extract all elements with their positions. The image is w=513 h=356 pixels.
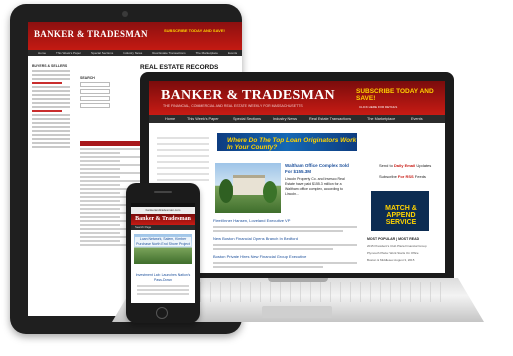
- most-popular-heading[interactable]: MOST POPULAR | MOST READ: [367, 237, 439, 241]
- phone-speaker: [154, 191, 172, 193]
- laptop-tagline: THE FINANCIAL, COMMERCIAL AND REAL ESTAT…: [163, 104, 303, 108]
- sidebar-link[interactable]: [32, 146, 70, 148]
- headline-link[interactable]: Fleet/Inner Hansen, Loveland Executive V…: [213, 218, 290, 223]
- tablet-sidebar-heading: BUYERS & SELLERS: [32, 64, 68, 68]
- laptop-nav-bar: Home This Week's Paper Special Sections …: [149, 115, 445, 123]
- record-row[interactable]: [80, 152, 120, 154]
- sidebar-link[interactable]: [32, 74, 70, 76]
- sidebar-link[interactable]: [32, 138, 70, 140]
- laptop-site-header: BANKER & TRADESMAN THE FINANCIAL, COMMER…: [149, 81, 445, 115]
- tablet-site-header: BANKER & TRADESMAN SUBSCRIBE TODAY AND S…: [28, 22, 242, 50]
- record-row[interactable]: [80, 208, 120, 210]
- phone-home-button[interactable]: [156, 307, 168, 319]
- headline-link[interactable]: Boston Private Hires New Financial Group…: [213, 254, 306, 259]
- sidebar-link[interactable]: [32, 114, 70, 116]
- sidebar-link[interactable]: [32, 82, 62, 84]
- search-field[interactable]: [80, 89, 110, 94]
- phone-device: bankerandtradesman.com Banker & Tradesma…: [126, 183, 200, 323]
- featured-story-summary: Lincoln Property Co. and Invesco Real Es…: [285, 177, 345, 196]
- ad-text: MATCH & APPEND SERVICE: [385, 205, 417, 226]
- daily-email-signup[interactable]: Send to Daily Email Updates: [379, 163, 439, 168]
- sidebar-link[interactable]: [32, 70, 70, 72]
- right-rail: Send to Daily Email Updates Subscribe Fo…: [367, 163, 439, 185]
- featured-story-photo[interactable]: [215, 163, 281, 213]
- phone-address-bar[interactable]: bankerandtradesman.com: [131, 207, 195, 214]
- phone-logo[interactable]: Banker & Tradesman: [131, 214, 195, 225]
- record-row[interactable]: [80, 224, 120, 226]
- search-field[interactable]: [80, 103, 110, 108]
- most-popular-widget: MOST POPULAR | MOST READ 2015 President'…: [367, 237, 439, 262]
- sidebar-link[interactable]: [32, 142, 70, 144]
- record-row[interactable]: [80, 232, 120, 234]
- nav-industry-news[interactable]: Industry News: [273, 115, 297, 123]
- record-row[interactable]: [80, 176, 120, 178]
- featured-story-title[interactable]: Waltham Office Complex Sold For $155.3M: [285, 163, 357, 175]
- record-row[interactable]: [80, 184, 120, 186]
- banner-ad-text: Where Do The Top Loan Originators Work I…: [227, 137, 357, 151]
- left-rail: [157, 133, 209, 185]
- nav-marketplace[interactable]: The Marketplace: [367, 115, 395, 123]
- phone-screen: bankerandtradesman.com Banker & Tradesma…: [131, 203, 195, 303]
- phone-story-link[interactable]: Investment Lab: Launches Nation's Pass-D…: [135, 273, 191, 282]
- most-popular-item[interactable]: Boston & Middlesex August 3, 2015: [367, 258, 439, 262]
- match-append-ad[interactable]: MATCH & APPEND SERVICE: [371, 191, 429, 231]
- tablet-subscribe-promo[interactable]: SUBSCRIBE TODAY AND SAVE!: [164, 28, 225, 33]
- top-originators-banner-ad[interactable]: Where Do The Top Loan Originators Work I…: [217, 133, 357, 151]
- page-title: REAL ESTATE RECORDS: [140, 64, 219, 71]
- rss-subscribe[interactable]: Subscribe For RSS Feeds: [379, 174, 439, 179]
- search-field[interactable]: [80, 96, 110, 101]
- sidebar-link[interactable]: [32, 78, 70, 80]
- record-row[interactable]: [80, 216, 120, 218]
- sidebar-link[interactable]: [32, 94, 70, 96]
- subscribe-promo-details[interactable]: CLICK HERE FOR DETAILS: [359, 105, 397, 109]
- nav-events[interactable]: Events: [411, 115, 423, 123]
- record-row[interactable]: [80, 168, 120, 170]
- laptop-logo[interactable]: BANKER & TRADESMAN: [161, 88, 335, 104]
- record-row[interactable]: [80, 240, 120, 242]
- nav-this-weeks-paper[interactable]: This Week's Paper: [187, 115, 219, 123]
- phone-nav[interactable]: Search Page: [131, 225, 195, 230]
- sidebar-link[interactable]: [32, 126, 70, 128]
- record-row[interactable]: [80, 200, 120, 202]
- laptop-trackpad: [262, 306, 332, 318]
- sidebar-link[interactable]: [32, 98, 70, 100]
- sidebar-link[interactable]: [32, 134, 70, 136]
- phone-featured-caption[interactable]: Loan Network, Salem, Kimber Purchase Nor…: [135, 237, 191, 246]
- sidebar-link[interactable]: [32, 90, 70, 92]
- sidebar-link[interactable]: [32, 130, 70, 132]
- most-popular-item[interactable]: 2015 President's Club Plaza Financial Gr…: [367, 244, 439, 248]
- record-row[interactable]: [80, 160, 120, 162]
- record-row[interactable]: [80, 192, 120, 194]
- sidebar-link[interactable]: [32, 102, 70, 104]
- tablet-sidebar: BUYERS & SELLERS: [32, 64, 76, 150]
- sidebar-link[interactable]: [32, 106, 70, 108]
- tablet-camera: [122, 11, 128, 17]
- nav-home[interactable]: Home: [165, 115, 175, 123]
- tablet-logo[interactable]: BANKER & TRADESMAN: [34, 29, 148, 39]
- sidebar-link[interactable]: [32, 86, 70, 88]
- most-popular-item[interactable]: Plymouth Plaza: Work Starts On Office: [367, 251, 439, 255]
- search-field[interactable]: [80, 82, 110, 87]
- nav-real-estate-transactions[interactable]: Real Estate Transactions: [309, 115, 351, 123]
- nav-special-sections[interactable]: Special Sections: [233, 115, 261, 123]
- sidebar-link[interactable]: [32, 122, 70, 124]
- device-mockup-scene: BANKER & TRADESMAN SUBSCRIBE TODAY AND S…: [0, 0, 513, 356]
- sidebar-link[interactable]: [32, 118, 70, 120]
- sidebar-link[interactable]: [32, 110, 62, 112]
- subscribe-promo[interactable]: SUBSCRIBE TODAY AND SAVE!: [356, 88, 445, 102]
- headline-link[interactable]: New Boston Financial Opens Branch In Bed…: [213, 236, 298, 241]
